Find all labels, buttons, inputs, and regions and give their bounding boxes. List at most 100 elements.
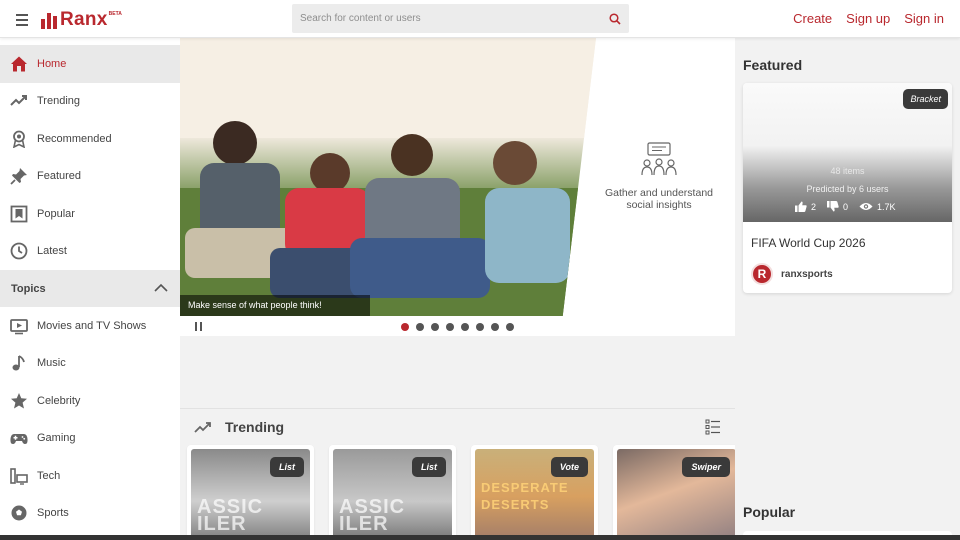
username: ranxsports: [781, 268, 833, 280]
featured-card-author[interactable]: R ranxsports: [751, 263, 833, 285]
chevron-up-icon[interactable]: [154, 283, 168, 295]
item-count: 48 items: [830, 166, 865, 176]
ranx-logo[interactable]: Ranx BETA: [41, 9, 122, 29]
sidebar-item-label: Home: [37, 57, 67, 70]
sidebar-item-label: Tech: [37, 469, 61, 482]
card-image: ASSIC ILER List: [191, 449, 310, 540]
card-type-badge: Vote: [550, 457, 588, 477]
trending-cards: ASSIC ILER List ASSIC ILER List DESPERAT…: [187, 445, 740, 540]
views-stat: 1.7K: [859, 202, 896, 212]
trending-card[interactable]: Swiper: [613, 445, 740, 540]
sidebar-item-label: Celebrity: [37, 394, 81, 407]
sidebar-item-movies-tv[interactable]: Movies and TV Shows: [0, 307, 180, 345]
avatar: R: [751, 263, 773, 285]
right-column: Featured Bracket 48 items Predicted by 6…: [735, 38, 960, 540]
pause-icon[interactable]: [195, 322, 203, 331]
hero-tagline-panel: Gather and understand social insights: [600, 142, 718, 211]
home-icon: [10, 55, 28, 73]
carousel-controls: [180, 316, 735, 336]
hero-tagline: Gather and understand social insights: [605, 187, 713, 211]
trending-title: Trending: [225, 419, 285, 435]
hamburger-menu-icon[interactable]: [13, 11, 31, 27]
sidebar-item-popular[interactable]: Popular: [0, 195, 180, 233]
hero-carousel[interactable]: Make sense of what people think! Gather …: [180, 38, 735, 316]
eye-icon: [859, 203, 873, 210]
star-icon: [10, 392, 28, 410]
trending-card[interactable]: DESPERATE DESERTS Vote: [471, 445, 598, 540]
sidebar-item-label: Sports: [37, 507, 69, 520]
trending-card[interactable]: ASSIC ILER List: [187, 445, 314, 540]
sidebar-item-recommended[interactable]: Recommended: [0, 120, 180, 158]
card-overlay-text: ASSIC ILER: [197, 496, 264, 535]
sidebar-item-label: Gaming: [37, 432, 76, 445]
sidebar-item-latest[interactable]: Latest: [0, 233, 180, 271]
hero-caption: Make sense of what people think!: [180, 295, 370, 316]
sidebar-item-home[interactable]: Home: [0, 45, 180, 83]
sidebar-item-label: Recommended: [37, 132, 112, 145]
carousel-dot[interactable]: [446, 323, 454, 331]
trending-icon: [10, 92, 28, 110]
sidebar-item-label: Featured: [37, 170, 82, 183]
bookmark-icon: [10, 205, 28, 223]
sidebar-item-celebrity[interactable]: Celebrity: [0, 382, 180, 420]
sidebar: Home Trending Recommended Featured Popul…: [0, 38, 180, 540]
tv-icon: [10, 317, 28, 335]
trending-section-header: Trending: [180, 408, 735, 442]
featured-title: Featured: [743, 57, 803, 73]
bottom-edge: [0, 535, 960, 540]
likes-count: 2: [811, 201, 817, 212]
sidebar-item-label: Movies and TV Shows: [37, 319, 147, 332]
featured-card-title: FIFA World Cup 2026: [751, 236, 866, 250]
sidebar-item-music[interactable]: Music: [0, 345, 180, 383]
sidebar-item-trending[interactable]: Trending: [0, 83, 180, 121]
carousel-dot[interactable]: [476, 323, 484, 331]
search-input[interactable]: [292, 13, 601, 24]
sidebar-item-label: Latest: [37, 245, 67, 258]
signin-link[interactable]: Sign in: [904, 11, 944, 26]
trending-icon: [194, 420, 212, 438]
dislikes-count: 0: [843, 201, 849, 212]
list-view-icon[interactable]: [705, 419, 721, 440]
pin-icon: [10, 167, 28, 185]
thumbs-up-icon: [795, 201, 807, 212]
carousel-dot[interactable]: [491, 323, 499, 331]
predicted-by: Predicted by 6 users: [806, 184, 889, 194]
card-type-badge: List: [269, 457, 304, 477]
card-image: ASSIC ILER List: [333, 449, 452, 540]
carousel-dot[interactable]: [431, 323, 439, 331]
carousel-dot[interactable]: [506, 323, 514, 331]
hero-image: [180, 38, 596, 316]
signup-link[interactable]: Sign up: [846, 11, 890, 26]
sidebar-item-label: Popular: [37, 207, 75, 220]
thumbs-down-icon: [827, 201, 839, 212]
carousel-dot[interactable]: [416, 323, 424, 331]
sidebar-item-sports[interactable]: Sports: [0, 495, 180, 533]
tech-icon: [10, 467, 28, 485]
views-count: 1.7K: [877, 201, 896, 212]
search-icon[interactable]: [601, 4, 629, 33]
featured-card[interactable]: Bracket 48 items Predicted by 6 users 2 …: [743, 83, 952, 293]
ball-icon: [10, 504, 28, 522]
search-bar: [292, 4, 629, 33]
sidebar-item-gaming[interactable]: Gaming: [0, 420, 180, 458]
trending-card[interactable]: ASSIC ILER List: [329, 445, 456, 540]
sidebar-item-featured[interactable]: Featured: [0, 158, 180, 196]
dislikes-stat: 0: [827, 201, 848, 212]
topics-header[interactable]: Topics: [0, 270, 180, 307]
card-stats: 2 0 1.7K: [795, 201, 907, 212]
card-type-badge: Swiper: [682, 457, 730, 477]
sidebar-item-label: Music: [37, 357, 66, 370]
carousel-dot[interactable]: [461, 323, 469, 331]
card-type-badge: List: [411, 457, 446, 477]
create-link[interactable]: Create: [793, 11, 832, 26]
carousel-dots: [401, 323, 514, 331]
ribbon-icon: [10, 130, 28, 148]
sidebar-item-tech[interactable]: Tech: [0, 457, 180, 495]
gamepad-icon: [10, 429, 28, 447]
popular-title: Popular: [743, 504, 796, 520]
topics-label: Topics: [11, 282, 46, 295]
carousel-dot[interactable]: [401, 323, 409, 331]
logo-text: Ranx: [60, 9, 108, 30]
people-discussion-icon: [641, 142, 677, 180]
card-type-badge: Bracket: [903, 89, 948, 109]
